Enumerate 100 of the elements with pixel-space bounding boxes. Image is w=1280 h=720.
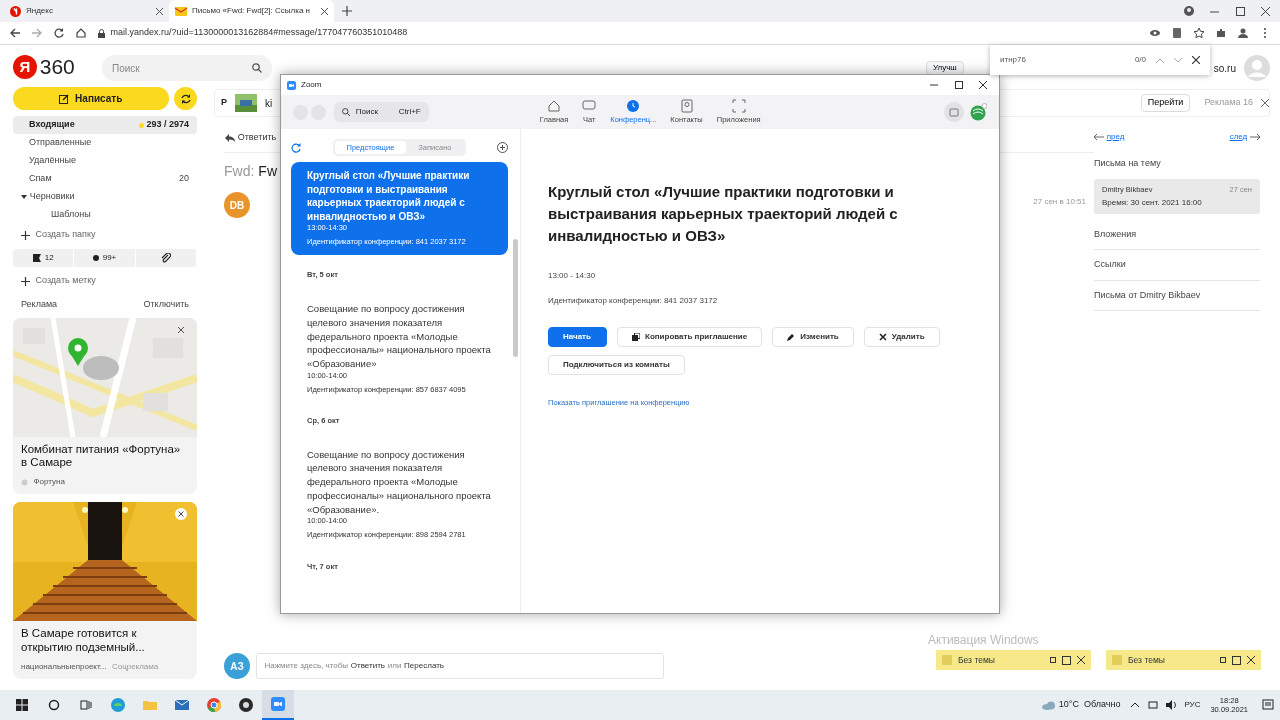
language-indicator[interactable]: РУС xyxy=(1184,699,1201,711)
flag-icon xyxy=(32,254,41,262)
compose-button[interactable]: Написать xyxy=(13,87,169,110)
search-icon xyxy=(341,108,350,116)
scrollbar[interactable] xyxy=(513,239,518,357)
home-icon xyxy=(547,98,561,113)
reload-icon[interactable] xyxy=(54,28,64,38)
action-button[interactable]: Подключиться из комнаты xyxy=(548,355,685,376)
refresh-button[interactable] xyxy=(174,87,197,110)
folder-item[interactable]: Отправленные xyxy=(13,134,197,152)
home-icon[interactable] xyxy=(76,28,86,38)
minimize-icon[interactable] xyxy=(930,81,938,89)
ad-title[interactable]: Комбинат питания «Фортуна» в Самаре xyxy=(21,442,189,471)
plus-icon[interactable] xyxy=(21,230,30,240)
create-folder-link[interactable]: Создать папку xyxy=(35,228,96,242)
weather-widget[interactable]: 10°C Облачно xyxy=(1042,698,1121,712)
close-icon[interactable] xyxy=(321,7,328,15)
prev-link[interactable]: пред xyxy=(1094,131,1125,143)
find-field[interactable]: итнр76 xyxy=(1000,54,1125,66)
star-icon[interactable] xyxy=(1194,28,1204,38)
ad-strip-text[interactable]: ki xyxy=(265,95,273,111)
close-icon[interactable] xyxy=(156,7,163,15)
ads-label: Реклама xyxy=(21,298,58,311)
search-field[interactable]: Поиск Ctrl+F xyxy=(333,102,429,122)
ad-card[interactable]: Комбинат питания «Фортуна» в Самаре Фортуна xyxy=(13,317,197,495)
close-icon[interactable] xyxy=(979,81,987,89)
filter-button[interactable]: 99+ xyxy=(74,249,136,267)
close-icon[interactable] xyxy=(1077,656,1085,664)
ad-card[interactable]: В Самаре готовится к открытию подземный... национальныепроект... Соцреклама xyxy=(13,502,197,679)
folder-item[interactable]: Входящие 293 / 2974 xyxy=(13,116,197,134)
profile-icon[interactable] xyxy=(1183,6,1194,16)
apps-icon xyxy=(731,98,746,113)
maximize-icon[interactable] xyxy=(1062,655,1071,665)
next-link[interactable]: след xyxy=(1229,131,1260,143)
close-icon[interactable] xyxy=(1261,6,1270,16)
close-icon[interactable] xyxy=(1247,656,1255,664)
panel-heading: Письма на тему xyxy=(1094,157,1162,170)
ad-title[interactable]: В Самаре готовится к открытию подземный... xyxy=(21,627,189,655)
refresh-icon[interactable] xyxy=(291,142,301,153)
folder-item[interactable]: Шаблоны xyxy=(13,206,197,224)
browser-tab[interactable]: Яндекс xyxy=(4,0,169,22)
go-button[interactable]: Перейти xyxy=(1140,94,1191,112)
filter-button[interactable]: 12 xyxy=(13,249,75,267)
sticky-note-bar[interactable]: Без темы xyxy=(936,650,1091,670)
folder-item[interactable]: Удалённые xyxy=(13,152,197,170)
folder-item[interactable]: Черновики xyxy=(13,188,197,206)
maximize-icon[interactable] xyxy=(1235,6,1245,16)
close-icon[interactable] xyxy=(1261,99,1269,107)
chevron-up-icon[interactable] xyxy=(1130,700,1141,710)
meeting-title: Круглый стол «Лучшие практики подготовки и выстраивания карьерных траекторий людей с инвалидностью и ОВЗ» xyxy=(307,169,471,224)
maximize-icon[interactable] xyxy=(1232,655,1241,665)
contacts-icon xyxy=(679,98,694,113)
action-button[interactable]: Изменить xyxy=(772,327,854,348)
ad-source: Фортуна xyxy=(33,476,65,489)
search-icon xyxy=(252,63,262,73)
copy-icon xyxy=(632,333,640,342)
close-icon[interactable] xyxy=(175,508,187,521)
add-icon[interactable] xyxy=(497,142,508,154)
video-icon xyxy=(287,80,296,90)
eye-icon[interactable] xyxy=(1150,28,1160,38)
forward-link[interactable]: Переслать xyxy=(404,660,444,672)
envelope-icon xyxy=(175,6,187,16)
reply-button[interactable]: Ответить xyxy=(224,129,278,146)
panel-section[interactable]: Ссылки xyxy=(1094,250,1260,281)
sticky-note-bar[interactable]: Без темы xyxy=(1106,650,1261,670)
close-icon[interactable] xyxy=(1192,56,1200,64)
logo-letter[interactable]: Я xyxy=(13,55,37,79)
action-button[interactable]: Начать xyxy=(548,327,607,348)
meetings-icon xyxy=(626,98,641,113)
account-icon[interactable] xyxy=(1238,28,1248,38)
new-tab-icon[interactable] xyxy=(342,6,352,16)
reply-link[interactable]: Ответить xyxy=(350,660,385,672)
network-icon[interactable] xyxy=(1148,700,1159,710)
folder-item[interactable]: Спам 20 xyxy=(13,170,197,188)
logo-text[interactable]: 360 xyxy=(39,51,75,83)
speaker-icon[interactable] xyxy=(1166,700,1177,710)
avatar-icon[interactable] xyxy=(969,103,987,121)
panel-section[interactable]: Письма от Dmitry Bikbaev xyxy=(1094,280,1260,312)
reply-field[interactable]: Нажмите здесь, чтобы Ответить или Переслать xyxy=(255,653,664,679)
video-icon xyxy=(270,696,286,712)
activation-notice: Активация Windows xyxy=(928,632,1039,649)
puzzle-icon[interactable] xyxy=(1216,28,1226,38)
address-url[interactable]: mail.yandex.ru/?uid=1130000013162884#message/177047760351010488 xyxy=(110,26,408,40)
page-icon[interactable] xyxy=(1172,28,1182,38)
panel-section[interactable]: Вложения xyxy=(1094,219,1260,251)
action-button[interactable]: Удалить xyxy=(863,327,940,348)
browser-tab[interactable]: Письмо «Fwd: Fwd[2]: Ссылка н xyxy=(169,0,334,22)
pencil-icon xyxy=(787,333,796,342)
action-button[interactable]: Копировать приглашение xyxy=(617,327,763,348)
record-icon xyxy=(238,697,254,713)
paperclip-icon xyxy=(160,253,171,263)
maximize-icon[interactable] xyxy=(954,81,963,89)
plus-icon[interactable] xyxy=(21,276,30,286)
disable-ads-link[interactable]: Отключить xyxy=(143,298,189,312)
match-count: 0/0 xyxy=(1134,54,1146,66)
caret-down-icon[interactable] xyxy=(21,194,27,200)
envelope-icon xyxy=(174,697,190,713)
create-label-link[interactable]: Создать метку xyxy=(35,274,96,288)
notification-icon[interactable] xyxy=(1262,699,1274,711)
close-icon xyxy=(878,333,887,342)
